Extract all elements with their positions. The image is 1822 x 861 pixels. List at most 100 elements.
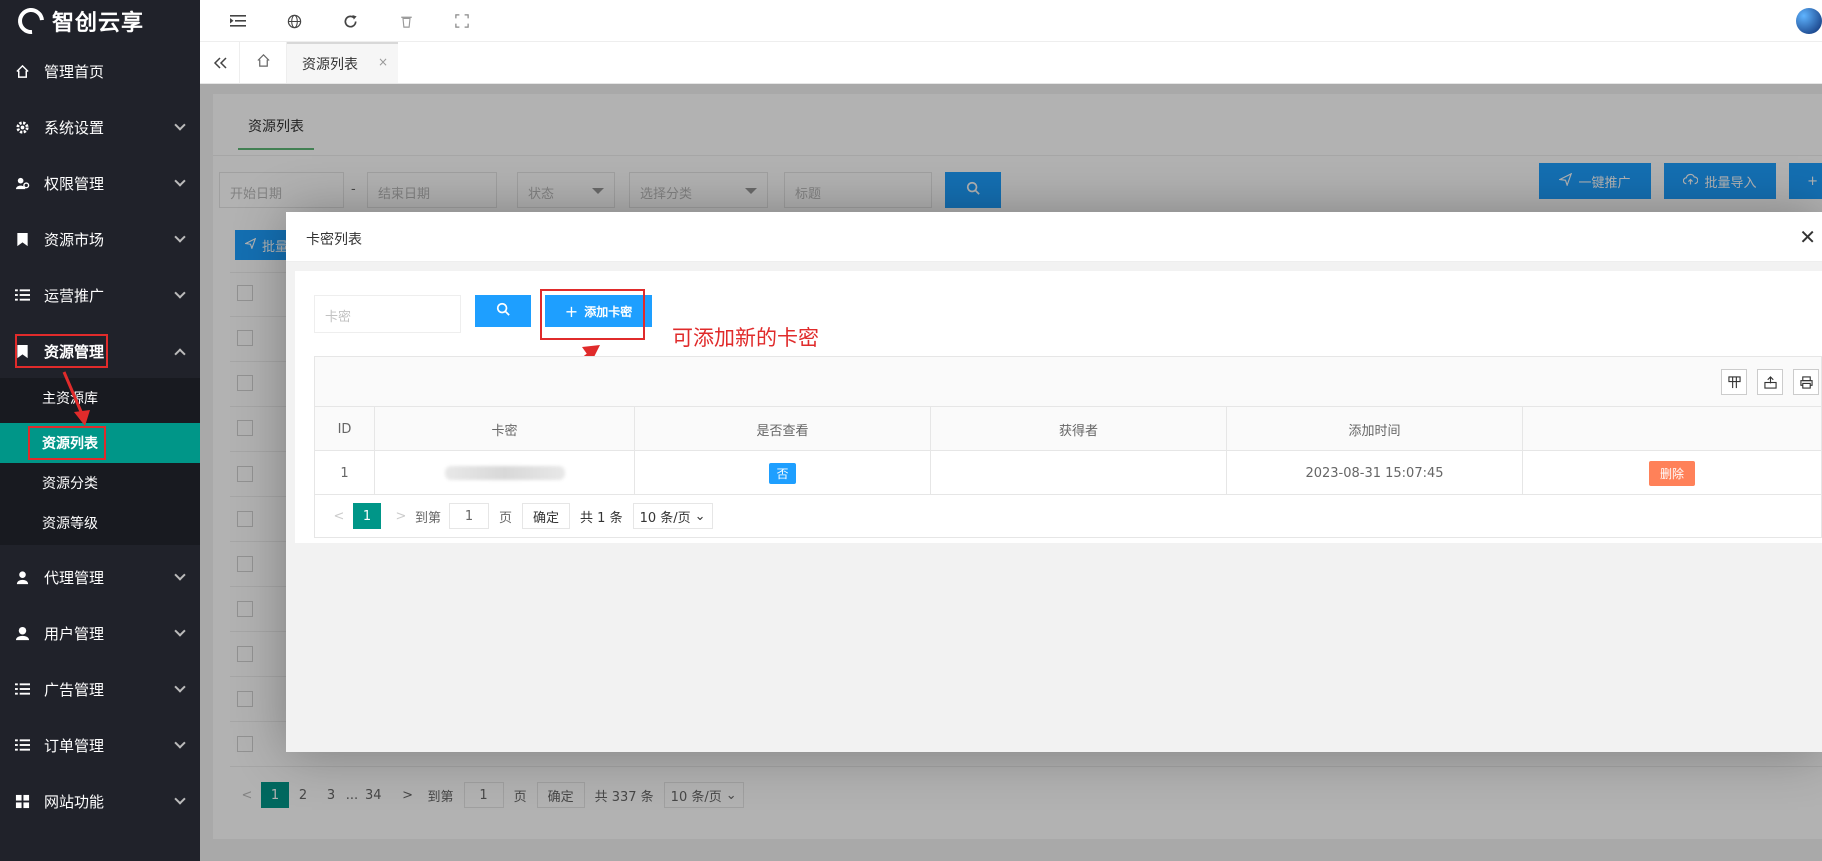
annotation-box-resource-list xyxy=(28,426,106,460)
trash-icon[interactable] xyxy=(394,9,418,33)
chevron-down-icon xyxy=(174,175,186,187)
modal-body: 卡密 + 添加卡密 ID 卡密 是否查看 获得者 添加时间 1 否 2023-0… xyxy=(286,262,1822,752)
sidebar-item-label: 管理首页 xyxy=(44,62,105,81)
cell-owner xyxy=(931,451,1227,495)
sidebar-item-label: 网站功能 xyxy=(44,792,105,811)
delete-button[interactable]: 删除 xyxy=(1648,460,1695,486)
page-1[interactable]: 1 xyxy=(353,503,381,529)
sidebar-item-resource-market[interactable]: 资源市场 xyxy=(0,211,200,267)
export-icon[interactable] xyxy=(1757,369,1783,395)
annotation-arrow-sidebar xyxy=(62,371,90,426)
close-icon[interactable]: ✕ xyxy=(1799,225,1816,249)
grid-icon xyxy=(14,793,30,809)
table-row: 1 否 2023-08-31 15:07:45 删除 xyxy=(315,451,1821,495)
sidebar-subitem-resource-category[interactable]: 资源分类 xyxy=(0,463,200,503)
top-bar xyxy=(200,0,1822,42)
sidebar-item-users[interactable]: 用户管理 xyxy=(0,605,200,661)
page-size-select[interactable]: 10 条/页 ⌄ xyxy=(632,503,713,529)
chevron-down-icon xyxy=(174,681,186,693)
sidebar-item-agents[interactable]: 代理管理 xyxy=(0,549,200,605)
tab-scroll-left-button[interactable] xyxy=(200,42,240,83)
card-key-search-input[interactable]: 卡密 xyxy=(314,295,461,333)
list-icon xyxy=(14,287,30,303)
sidebar-subitem-resource-level[interactable]: 资源等级 xyxy=(0,503,200,543)
tab-label: 资源列表 xyxy=(302,56,358,73)
fullscreen-icon[interactable] xyxy=(450,9,474,33)
sidebar-item-label: 订单管理 xyxy=(44,736,105,755)
modal-title-text: 卡密列表 xyxy=(306,232,362,248)
goto-page-input[interactable]: 1 xyxy=(449,503,490,529)
column-header-owner[interactable]: 获得者 xyxy=(931,407,1227,451)
table-toolbar xyxy=(315,357,1821,407)
home-icon xyxy=(14,63,30,79)
sidebar-item-ads[interactable]: 广告管理 xyxy=(0,661,200,717)
column-header-viewed[interactable]: 是否查看 xyxy=(635,407,931,451)
list-icon xyxy=(14,681,30,697)
card-key-list-modal: 卡密列表 ✕ 卡密 + 添加卡密 ID 卡密 是否查看 获得者 添加时间 1 否… xyxy=(286,212,1822,752)
sidebar-item-label: 系统设置 xyxy=(44,118,105,137)
sidebar: 智创云享 管理首页 系统设置 权限管理 资源市场 运营推广 资源管理 主资源库 … xyxy=(0,0,200,861)
tab-bar: 资源列表 × xyxy=(200,42,1822,84)
viewed-badge: 否 xyxy=(769,462,796,484)
column-header-id[interactable]: ID xyxy=(315,407,375,451)
sidebar-subitem-label: 资源分类 xyxy=(42,476,98,492)
collapse-menu-icon[interactable] xyxy=(226,9,250,33)
cell-card-key xyxy=(375,451,635,495)
home-icon xyxy=(256,53,271,72)
blurred-card-key xyxy=(444,466,565,480)
search-icon xyxy=(496,302,510,320)
sidebar-item-operations[interactable]: 运营推广 xyxy=(0,267,200,323)
agent-icon xyxy=(14,569,30,585)
next-page-icon[interactable]: > xyxy=(387,503,415,529)
cell-viewed: 否 xyxy=(635,451,931,495)
page-size-value: 10 条/页 xyxy=(639,510,691,526)
sidebar-subitem-label: 资源等级 xyxy=(42,516,98,532)
tab-home[interactable] xyxy=(240,42,287,83)
chevron-down-icon xyxy=(174,625,186,637)
chevron-down-icon xyxy=(174,737,186,749)
goto-confirm-button[interactable]: 确定 xyxy=(522,503,571,529)
chevron-down-icon xyxy=(174,287,186,299)
prev-page-icon[interactable]: < xyxy=(325,503,353,529)
chevron-down-icon xyxy=(174,793,186,805)
globe-icon[interactable] xyxy=(282,9,306,33)
gear-icon xyxy=(14,119,30,135)
annotation-box-add-card-key xyxy=(540,289,645,340)
avatar[interactable] xyxy=(1796,8,1822,34)
resource-management-submenu: 主资源库 资源列表 资源分类 资源等级 xyxy=(0,378,200,545)
sidebar-item-system-settings[interactable]: 系统设置 xyxy=(0,99,200,155)
annotation-box-resource-management xyxy=(15,334,108,368)
sidebar-item-home[interactable]: 管理首页 xyxy=(0,43,200,99)
tab-resource-list[interactable]: 资源列表 × xyxy=(287,42,398,83)
column-header-card-key[interactable]: 卡密 xyxy=(375,407,635,451)
sidebar-item-site-features[interactable]: 网站功能 xyxy=(0,773,200,829)
chevron-down-icon xyxy=(174,231,186,243)
cell-id: 1 xyxy=(315,451,375,495)
sidebar-item-label: 运营推广 xyxy=(44,286,105,305)
page-unit-label: 页 xyxy=(499,510,513,526)
users-icon xyxy=(14,175,30,191)
chevron-down-icon xyxy=(174,569,186,581)
columns-icon[interactable] xyxy=(1721,369,1747,395)
column-header-actions xyxy=(1523,407,1821,451)
annotation-text-add-card-key: 可添加新的卡密 xyxy=(672,326,819,350)
sidebar-item-orders[interactable]: 订单管理 xyxy=(0,717,200,773)
column-header-added-time[interactable]: 添加时间 xyxy=(1227,407,1523,451)
user-icon xyxy=(14,625,30,641)
card-key-table: ID 卡密 是否查看 获得者 添加时间 1 否 2023-08-31 15:07… xyxy=(314,356,1822,538)
logo-icon xyxy=(12,2,50,40)
cell-actions: 删除 xyxy=(1523,451,1821,495)
sidebar-item-permissions[interactable]: 权限管理 xyxy=(0,155,200,211)
brand-logo[interactable]: 智创云享 xyxy=(0,0,200,42)
sidebar-subitem-main-library[interactable]: 主资源库 xyxy=(0,378,200,418)
close-icon[interactable]: × xyxy=(378,55,388,69)
modal-pagination: < 1 > 到第 1 页 确定 共 1 条 10 条/页 ⌄ xyxy=(315,495,1821,537)
print-icon[interactable] xyxy=(1793,369,1819,395)
sidebar-item-label: 权限管理 xyxy=(44,174,105,193)
sidebar-item-label: 代理管理 xyxy=(44,568,105,587)
card-key-search-button[interactable] xyxy=(475,295,531,327)
list-icon xyxy=(14,737,30,753)
table-header-row: ID 卡密 是否查看 获得者 添加时间 xyxy=(315,407,1821,451)
refresh-icon[interactable] xyxy=(338,9,362,33)
card-key-panel: 卡密 + 添加卡密 ID 卡密 是否查看 获得者 添加时间 1 否 2023-0… xyxy=(295,271,1822,543)
